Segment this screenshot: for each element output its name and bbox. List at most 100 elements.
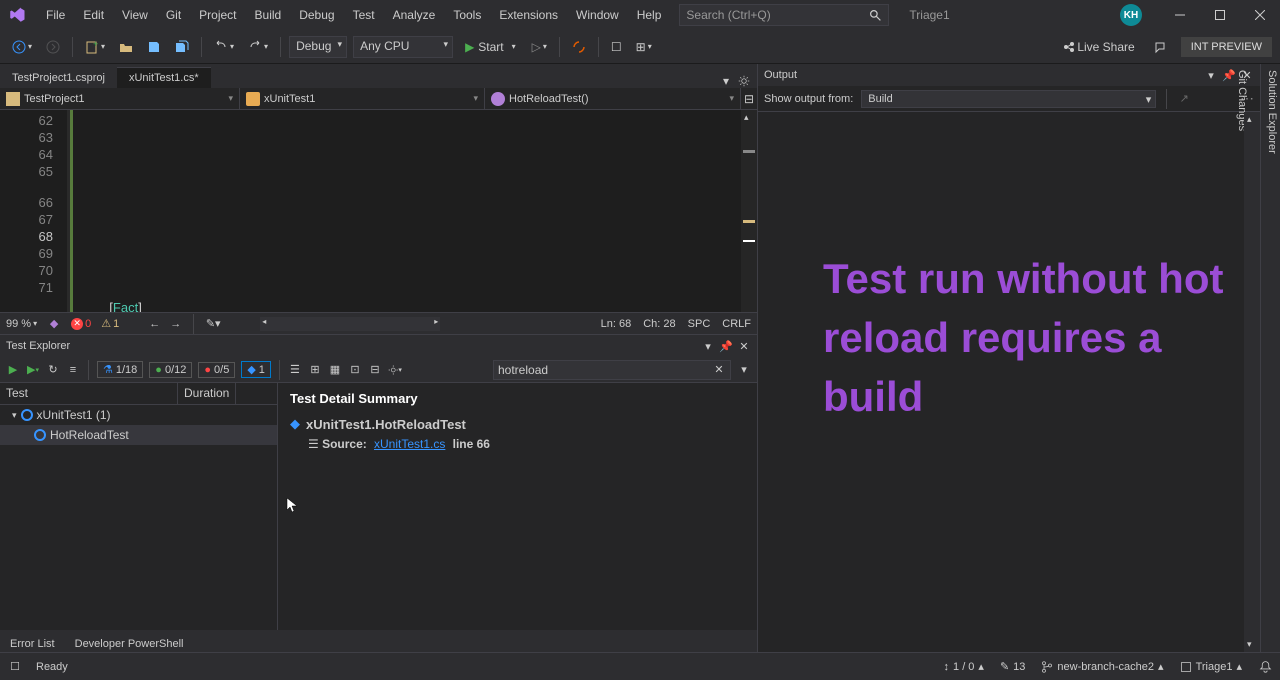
editor-scrollbar[interactable]: ▴ — [741, 110, 757, 312]
menu-test[interactable]: Test — [345, 4, 383, 26]
panel-dropdown-icon[interactable]: ▾ — [701, 339, 715, 353]
goto-button[interactable]: ↗ — [1177, 92, 1191, 106]
search-box[interactable]: Search (Ctrl+Q) — [679, 4, 889, 26]
counter-pass[interactable]: ●0/12 — [149, 362, 192, 378]
doc-tab-csproj[interactable]: TestProject1.csproj — [0, 68, 117, 88]
error-count[interactable]: ✕0 — [71, 318, 91, 330]
minimize-button[interactable] — [1160, 0, 1200, 30]
tab-settings-icon[interactable] — [737, 74, 751, 88]
test-item-row[interactable]: HotReloadTest — [0, 425, 277, 445]
maximize-button[interactable] — [1200, 0, 1240, 30]
menu-tools[interactable]: Tools — [445, 4, 489, 26]
columns-button[interactable]: ▦ — [328, 363, 342, 377]
hot-reload-button[interactable] — [568, 37, 590, 57]
solution-explorer-tab[interactable]: Solution Explorer — [1266, 70, 1278, 646]
pin-icon[interactable]: 📌 — [719, 339, 733, 353]
menu-help[interactable]: Help — [629, 4, 670, 26]
run-all-button[interactable]: ▶ — [6, 363, 20, 377]
nav-project-select[interactable]: TestProject1 — [0, 88, 240, 109]
settings-button[interactable]: ▾ — [388, 363, 402, 377]
counter-fail[interactable]: ●0/5 — [198, 362, 235, 378]
nav-next[interactable]: → — [170, 318, 181, 330]
tab-powershell[interactable]: Developer PowerShell — [65, 635, 194, 652]
menu-extensions[interactable]: Extensions — [491, 4, 566, 26]
code-area[interactable]: [Fact] ⓘ | 0 references public void HotR… — [84, 110, 741, 312]
status-lines[interactable]: ↕ 1 / 0 ▴ — [944, 660, 984, 673]
browser-button[interactable]: ☐ — [607, 37, 626, 57]
live-share-button[interactable]: Live Share — [1057, 37, 1138, 57]
menu-window[interactable]: Window — [568, 4, 627, 26]
tab-overflow-icon[interactable]: ▾ — [719, 74, 733, 88]
config-select[interactable]: Debug — [289, 36, 347, 58]
col-indicator[interactable]: Ch: 28 — [643, 318, 675, 330]
platform-select[interactable]: Any CPU — [353, 36, 453, 58]
search-options-icon[interactable]: ▾ — [737, 363, 751, 377]
menu-edit[interactable]: Edit — [75, 4, 112, 26]
avatar[interactable]: KH — [1120, 4, 1142, 26]
nav-back-button[interactable]: ▾ — [8, 37, 36, 57]
menu-view[interactable]: View — [114, 4, 156, 26]
save-all-button[interactable] — [171, 37, 193, 57]
nav-class-select[interactable]: xUnitTest1 — [240, 88, 485, 109]
status-repo[interactable]: Triage1 ▴ — [1180, 660, 1242, 673]
close-button[interactable] — [1240, 0, 1280, 30]
open-button[interactable] — [115, 37, 137, 57]
status-chars[interactable]: ✎ 13 — [1000, 660, 1025, 673]
doc-tab-xunit[interactable]: xUnitTest1.cs* — [117, 67, 211, 88]
line-indicator[interactable]: Ln: 68 — [601, 318, 632, 330]
new-button[interactable]: +▾ — [81, 37, 109, 57]
notrun-icon — [21, 409, 33, 421]
repeat-button[interactable]: ↻ — [46, 363, 60, 377]
close-icon[interactable]: ✕ — [737, 339, 751, 353]
menu-project[interactable]: Project — [191, 4, 244, 26]
counter-notrun[interactable]: ◆1 — [241, 361, 271, 378]
nav-method-select[interactable]: HotReloadTest() — [485, 88, 741, 109]
menu-debug[interactable]: Debug — [291, 4, 342, 26]
save-button[interactable] — [143, 37, 165, 57]
output-body[interactable]: Test run without hot reload requires a b… — [758, 112, 1244, 652]
nav-prev[interactable]: ← — [149, 318, 160, 330]
horiz-scroll[interactable]: ◂▸ — [260, 317, 440, 331]
split-editor-button[interactable]: ⊟ — [741, 88, 757, 109]
counter-total[interactable]: ⚗1/18 — [97, 361, 143, 378]
vs-logo — [8, 6, 26, 24]
tab-error-list[interactable]: Error List — [0, 635, 65, 652]
lineending-indicator[interactable]: CRLF — [722, 318, 751, 330]
redo-button[interactable]: ▾ — [244, 37, 272, 57]
run-button[interactable]: ▶▾ — [26, 363, 40, 377]
source-link[interactable]: xUnitTest1.cs — [374, 437, 445, 451]
output-category-select[interactable]: Build — [861, 90, 1156, 108]
search-placeholder: Search (Ctrl+Q) — [686, 8, 770, 22]
warning-count[interactable]: ⚠1 — [101, 317, 119, 330]
status-branch[interactable]: new-branch-cache2 ▴ — [1041, 660, 1163, 673]
brush-icon[interactable]: ✎▾ — [206, 317, 220, 331]
col-test[interactable]: Test — [0, 383, 178, 404]
menu-build[interactable]: Build — [247, 4, 290, 26]
collapse-button[interactable]: ⊟ — [368, 363, 382, 377]
panel-dropdown-icon[interactable]: ▾ — [1204, 68, 1218, 82]
nav-fwd-button[interactable] — [42, 37, 64, 57]
menu-file[interactable]: File — [38, 4, 73, 26]
undo-button[interactable]: ▾ — [210, 37, 238, 57]
test-search-box[interactable]: ✕ — [493, 360, 731, 380]
clear-search-icon[interactable]: ✕ — [712, 363, 726, 377]
expand-button[interactable]: ⊡ — [348, 363, 362, 377]
zoom-level[interactable]: 99 % ▾ — [6, 318, 37, 330]
group-button[interactable]: ⊞ — [308, 363, 322, 377]
menu-git[interactable]: Git — [158, 4, 189, 26]
menu-analyze[interactable]: Analyze — [385, 4, 444, 26]
health-icon[interactable]: ◆ — [47, 317, 61, 331]
test-group-row[interactable]: ▾ xUnitTest1 (1) — [0, 405, 277, 425]
start-button[interactable]: ▶Start▾ — [459, 38, 522, 56]
filter-button[interactable]: ☰ — [288, 363, 302, 377]
indent-indicator[interactable]: SPC — [688, 318, 711, 330]
col-duration[interactable]: Duration — [178, 383, 236, 404]
feedback-button[interactable] — [1149, 37, 1171, 57]
pin-icon[interactable]: 📌 — [1222, 68, 1236, 82]
start-without-debug-button[interactable]: ▷▾ — [528, 37, 551, 57]
link-button[interactable]: ⊞▾ — [632, 37, 656, 57]
test-search-input[interactable] — [498, 363, 712, 377]
bell-icon[interactable] — [1258, 660, 1272, 674]
output-scrollbar[interactable]: ▴ ▾ — [1244, 112, 1260, 652]
playlist-button[interactable]: ≡ — [66, 363, 80, 377]
